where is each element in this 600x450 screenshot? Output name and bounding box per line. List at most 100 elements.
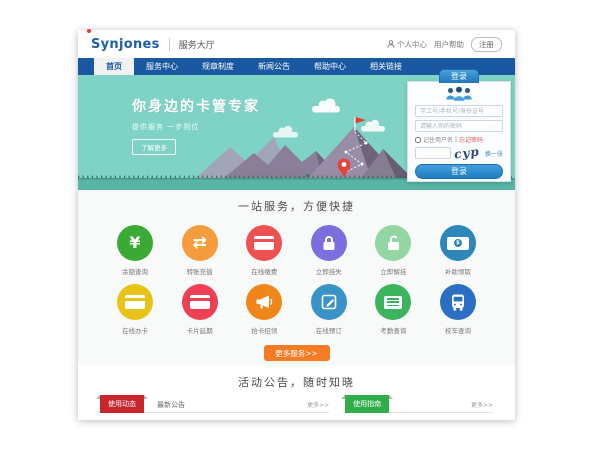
tab-usage-news[interactable]: 使用动态: [100, 395, 144, 413]
service-label: 转账充值: [187, 266, 213, 276]
service-label: 在线办卡: [122, 325, 148, 335]
service-attendance[interactable]: 考勤查询: [370, 284, 416, 335]
user-icon: [387, 40, 395, 48]
personal-center-label: 个人中心: [397, 39, 427, 50]
personal-center-link[interactable]: 个人中心: [387, 39, 427, 50]
announcements-title: 活动公告，随时知晓: [78, 374, 515, 390]
list-circle: [375, 284, 411, 320]
service-report-loss[interactable]: 立即挂失: [306, 225, 352, 276]
edit-circle: [311, 284, 347, 320]
service-label: 拾卡招领: [251, 325, 277, 335]
hero-title: 你身边的卡管专家: [132, 96, 260, 116]
unlock-icon: [383, 233, 403, 253]
service-transfer[interactable]: ⇄ 转账充值: [177, 225, 223, 276]
services-row-1: ¥ 余额查询 ⇄ 转账充值 在线缴费: [78, 225, 515, 276]
payment-circle: [246, 225, 282, 261]
remember-label: 记住用户名: [423, 135, 453, 144]
captcha-input[interactable]: [415, 147, 451, 159]
captcha-image: cyp: [453, 144, 480, 161]
credit-card-icon: [254, 236, 274, 250]
remember-checkbox[interactable]: [415, 137, 421, 143]
more-services-button[interactable]: 更多服务>>: [264, 345, 330, 361]
right-more-link[interactable]: 更多>>: [471, 400, 493, 409]
service-label: 在线缴费: [251, 266, 277, 276]
services-section: 一站服务，方便快捷 ¥ 余额查询 ⇄ 转账充值 在线缴费: [78, 190, 515, 365]
service-label: 卡片延期: [187, 325, 213, 335]
password-input[interactable]: [415, 120, 503, 132]
edit-pencil-icon: [319, 292, 339, 312]
service-label: 校车查询: [445, 325, 471, 335]
captcha-refresh-link[interactable]: 换一张: [485, 149, 503, 158]
register-button[interactable]: 注册: [471, 37, 502, 52]
cloud: [312, 99, 340, 113]
login-submit-button[interactable]: 登录: [415, 164, 503, 179]
transfer-circle: ⇄: [182, 225, 218, 261]
service-balance[interactable]: ¥ 余额查询: [112, 225, 158, 276]
service-card-renewal[interactable]: 卡片延期: [177, 284, 223, 335]
nav-tab-home[interactable]: 首页: [94, 58, 134, 75]
brand-logo[interactable]: Synjones: [91, 38, 160, 51]
captcha-row: cyp 换一张: [415, 146, 503, 160]
service-label: 立即解挂: [380, 266, 406, 276]
renewal-circle: [182, 284, 218, 320]
service-online-payment[interactable]: 在线缴费: [241, 225, 287, 276]
nav-tab-service-center[interactable]: 服务中心: [134, 58, 190, 75]
user-help-link[interactable]: 用户帮助: [434, 39, 464, 50]
nav-tab-help-center[interactable]: 帮助中心: [302, 58, 358, 75]
card-icon: [190, 295, 210, 309]
nav-tab-related-links[interactable]: 相关链接: [358, 58, 414, 75]
bus-icon: [448, 292, 468, 312]
portal-page: Synjones 服务大厅 个人中心 用户帮助 注册 首页 服务中心 规章制度 …: [78, 30, 515, 420]
announcement-left-column: 使用动态 最新公告 更多>>: [100, 397, 329, 413]
service-online-booking[interactable]: 在线预订: [306, 284, 352, 335]
left-more-link[interactable]: 更多>>: [307, 400, 329, 409]
transfer-arrows-icon: ⇄: [192, 235, 206, 252]
apply-card-circle: [117, 284, 153, 320]
users-group-icon: [441, 85, 477, 102]
tab-latest-announcements[interactable]: 最新公告: [157, 400, 185, 410]
service-lost-found[interactable]: 拾卡招领: [241, 284, 287, 335]
bus-circle: [440, 284, 476, 320]
logo-accent-dot: [87, 29, 91, 33]
account-input[interactable]: [415, 105, 503, 117]
remember-row: 记住用户名 | 忘记密码: [415, 135, 503, 144]
site-name: 服务大厅: [169, 38, 215, 51]
service-subsidy[interactable]: $ 补助领取: [435, 225, 481, 276]
announcement-columns: 使用动态 最新公告 更多>> 使用指南 更多>>: [78, 397, 515, 413]
list-icon: [384, 296, 402, 309]
announcements-section: 活动公告，随时知晓 使用动态 最新公告 更多>> 使用指南 更多>>: [78, 365, 515, 420]
nav-tab-rules[interactable]: 规章制度: [190, 58, 246, 75]
separator: |: [455, 136, 457, 143]
login-tab[interactable]: 登录: [439, 69, 479, 83]
service-label: 立即挂失: [316, 266, 342, 276]
lock-icon: [319, 233, 339, 253]
top-header: Synjones 服务大厅 个人中心 用户帮助 注册: [78, 30, 515, 58]
megaphone-icon: [254, 292, 274, 312]
hero-more-button[interactable]: 了解更多: [132, 139, 176, 155]
service-cancel-loss[interactable]: 立即解挂: [370, 225, 416, 276]
hero-subtitle: 提供服务 一步到位: [132, 122, 260, 132]
lock-circle: [311, 225, 347, 261]
hero-copy: 你身边的卡管专家 提供服务 一步到位 了解更多: [132, 96, 260, 155]
nav-tab-news[interactable]: 新闻公告: [246, 58, 302, 75]
banknote-icon: $: [447, 237, 469, 250]
services-row-2: 在线办卡 卡片延期 拾卡招领: [78, 284, 515, 335]
service-label: 考勤查询: [380, 325, 406, 335]
card-icon: [125, 295, 145, 309]
subsidy-circle: $: [440, 225, 476, 261]
service-school-bus[interactable]: 校车查询: [435, 284, 481, 335]
balance-circle: ¥: [117, 225, 153, 261]
unlock-circle: [375, 225, 411, 261]
cloud: [273, 126, 298, 138]
tab-user-guide[interactable]: 使用指南: [345, 395, 389, 413]
forgot-password-link[interactable]: 忘记密码: [459, 135, 483, 144]
yen-icon: ¥: [129, 235, 140, 251]
service-label: 补助领取: [445, 266, 471, 276]
megaphone-circle: [246, 284, 282, 320]
services-title: 一站服务，方便快捷: [78, 198, 515, 214]
login-panel: 登录 记住用户名 | 忘记密码 cyp 换一张 登录: [407, 81, 511, 182]
header-links: 个人中心 用户帮助 注册: [387, 37, 502, 52]
service-apply-card[interactable]: 在线办卡: [112, 284, 158, 335]
service-label: 余额查询: [122, 266, 148, 276]
announcement-right-column: 使用指南 更多>>: [345, 397, 493, 413]
